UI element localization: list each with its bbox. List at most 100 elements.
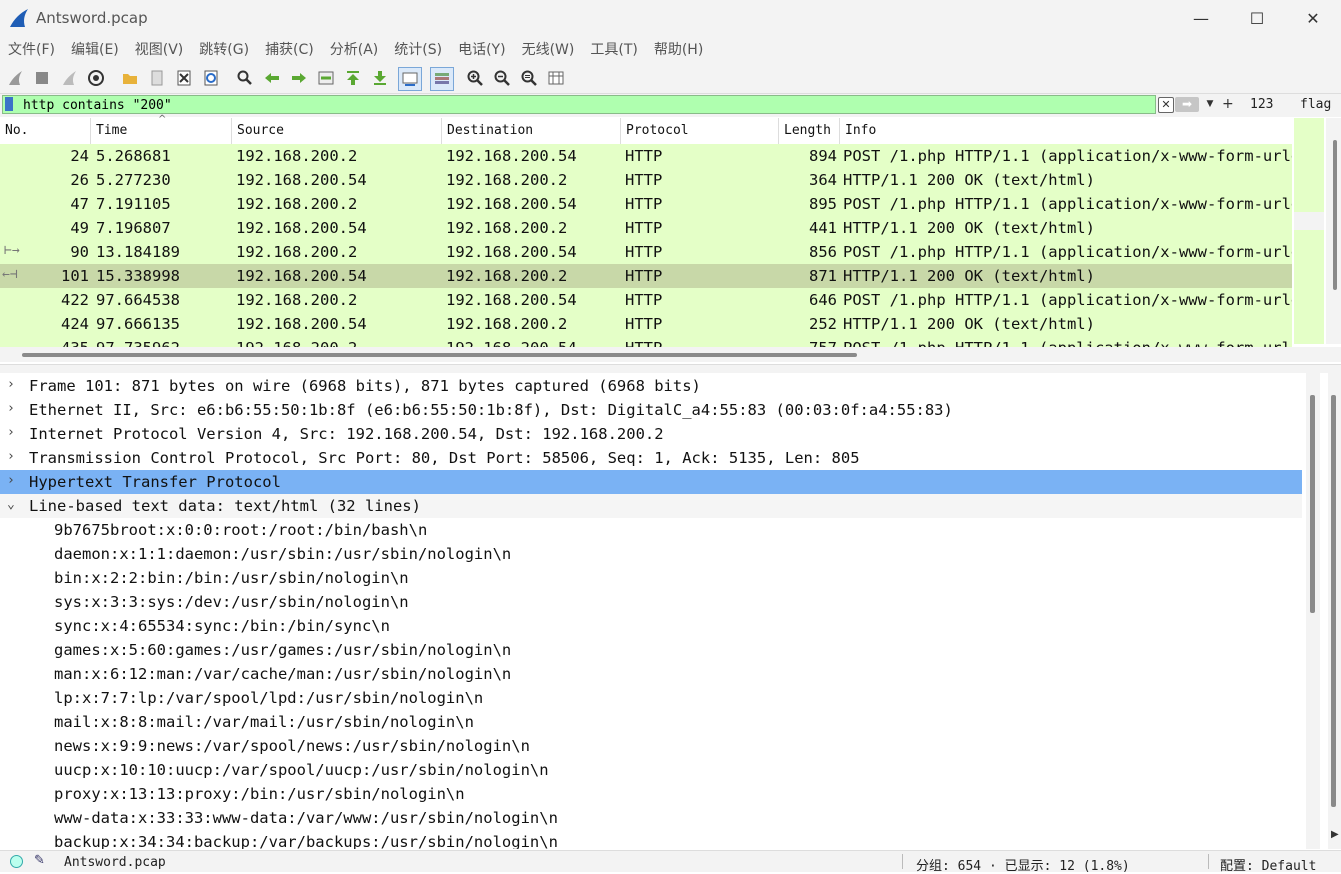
column-header-destination[interactable]: Destination xyxy=(442,118,621,144)
packet-time: 97.664538 xyxy=(96,291,180,309)
text-line[interactable]: 9b7675broot:x:0:0:root:/root:/bin/bash\n xyxy=(54,521,427,539)
status-profile[interactable]: 配置: Default xyxy=(1220,855,1316,874)
chevron-right-icon[interactable]: › xyxy=(7,425,19,440)
menu-statistics[interactable]: 统计(S) xyxy=(386,37,450,64)
menu-tools[interactable]: 工具(T) xyxy=(582,37,645,64)
menu-edit[interactable]: 编辑(E) xyxy=(63,37,127,64)
menu-wireless[interactable]: 无线(W) xyxy=(514,37,583,64)
chevron-right-icon[interactable]: › xyxy=(7,449,19,464)
text-line[interactable]: man:x:6:12:man:/var/cache/man:/usr/sbin/… xyxy=(54,665,511,683)
packet-row-partial[interactable]: 435 97.735962 192.168.200.2 192.168.200.… xyxy=(0,336,1292,347)
chevron-right-icon[interactable]: › xyxy=(7,473,19,488)
tree-item-ipv4[interactable]: › Internet Protocol Version 4, Src: 192.… xyxy=(0,422,1302,446)
filter-button-flag[interactable]: flag xyxy=(1300,97,1331,112)
text-line[interactable]: lp:x:7:7:lp:/var/spool/lpd:/usr/sbin/nol… xyxy=(54,689,483,707)
close-file-icon[interactable] xyxy=(175,69,193,87)
first-packet-icon[interactable] xyxy=(344,69,362,87)
bookmark-icon[interactable] xyxy=(5,97,13,111)
menu-view[interactable]: 视图(V) xyxy=(127,37,192,64)
save-file-icon[interactable] xyxy=(148,69,166,87)
capture-status-icon[interactable] xyxy=(10,855,23,868)
text-line[interactable]: bin:x:2:2:bin:/bin:/usr/sbin/nologin\n xyxy=(54,569,409,587)
last-packet-icon[interactable] xyxy=(371,69,389,87)
chevron-right-icon[interactable]: › xyxy=(7,377,19,392)
tree-item-ethernet[interactable]: › Ethernet II, Src: e6:b6:55:50:1b:8f (e… xyxy=(0,398,1302,422)
packet-no: 435 xyxy=(61,339,89,347)
status-divider xyxy=(1208,854,1209,869)
filter-button-123[interactable]: 123 xyxy=(1250,97,1273,112)
chevron-right-icon[interactable]: › xyxy=(7,401,19,416)
find-packet-icon[interactable] xyxy=(236,69,254,87)
chevron-right-icon[interactable]: ▶ xyxy=(1331,829,1339,840)
zoom-in-icon[interactable] xyxy=(466,69,484,87)
menu-capture[interactable]: 捕获(C) xyxy=(257,37,322,64)
start-capture-icon[interactable] xyxy=(6,69,24,87)
text-line[interactable]: games:x:5:60:games:/usr/games:/usr/sbin/… xyxy=(54,641,511,659)
go-back-icon[interactable] xyxy=(263,69,281,87)
text-line[interactable]: news:x:9:9:news:/var/spool/news:/usr/sbi… xyxy=(54,737,530,755)
column-header-no[interactable]: No. xyxy=(0,118,91,144)
chevron-down-icon[interactable]: ⌄ xyxy=(7,497,19,512)
tree-item-line-based-text[interactable]: ⌄ Line-based text data: text/html (32 li… xyxy=(0,494,1302,518)
packet-source: 192.168.200.2 xyxy=(236,339,357,347)
right-pane-scroll-thumb[interactable] xyxy=(1331,395,1336,807)
packet-row[interactable]: 24 5.268681 192.168.200.2 192.168.200.54… xyxy=(0,144,1292,168)
column-header-protocol[interactable]: Protocol xyxy=(621,118,779,144)
packet-destination: 192.168.200.54 xyxy=(446,339,577,347)
text-line[interactable]: proxy:x:13:13:proxy:/bin:/usr/sbin/nolog… xyxy=(54,785,465,803)
packet-row-selected[interactable]: ←⊣ 101 15.338998 192.168.200.54 192.168.… xyxy=(0,264,1292,288)
column-header-info[interactable]: Info xyxy=(840,118,1292,144)
maximize-button[interactable]: ☐ xyxy=(1229,0,1285,37)
text-line[interactable]: mail:x:8:8:mail:/var/mail:/usr/sbin/nolo… xyxy=(54,713,474,731)
text-line[interactable]: sync:x:4:65534:sync:/bin:/bin/sync\n xyxy=(54,617,390,635)
column-header-length[interactable]: Length xyxy=(779,118,840,144)
auto-scroll-icon[interactable] xyxy=(398,67,422,91)
resize-columns-icon[interactable] xyxy=(547,69,565,87)
menu-go[interactable]: 跳转(G) xyxy=(191,37,257,64)
go-to-packet-icon[interactable] xyxy=(317,69,335,87)
stop-capture-icon[interactable] xyxy=(33,69,51,87)
add-filter-button[interactable]: + xyxy=(1222,96,1234,112)
minimize-button[interactable]: — xyxy=(1173,0,1229,37)
clear-filter-icon[interactable]: ✕ xyxy=(1158,97,1174,113)
packet-list-vertical-scroll-thumb[interactable] xyxy=(1333,140,1337,290)
details-vertical-scroll-thumb[interactable] xyxy=(1310,395,1315,613)
tree-item-frame[interactable]: › Frame 101: 871 bytes on wire (6968 bit… xyxy=(0,374,1302,398)
menu-telephony[interactable]: 电话(Y) xyxy=(450,37,513,64)
packet-row[interactable]: 49 7.196807 192.168.200.54 192.168.200.2… xyxy=(0,216,1292,240)
text-line[interactable]: uucp:x:10:10:uucp:/var/spool/uucp:/usr/s… xyxy=(54,761,549,779)
display-filter-input[interactable]: http contains "200" xyxy=(2,95,1156,114)
packet-row[interactable]: 424 97.666135 192.168.200.54 192.168.200… xyxy=(0,312,1292,336)
open-file-icon[interactable] xyxy=(121,69,139,87)
packet-list-horizontal-scroll-thumb[interactable] xyxy=(22,353,857,357)
restart-capture-icon[interactable] xyxy=(60,69,78,87)
filter-history-chevron-down-icon[interactable]: ▼ xyxy=(1204,97,1216,111)
tree-item-label: Internet Protocol Version 4, Src: 192.16… xyxy=(29,425,664,443)
apply-filter-arrow-icon[interactable]: ➡ xyxy=(1175,97,1199,112)
colorize-icon[interactable] xyxy=(430,67,454,91)
text-line[interactable]: sys:x:3:3:sys:/dev:/usr/sbin/nologin\n xyxy=(54,593,409,611)
text-line[interactable]: daemon:x:1:1:daemon:/usr/sbin:/usr/sbin/… xyxy=(54,545,511,563)
text-line[interactable]: www-data:x:33:33:www-data:/var/www:/usr/… xyxy=(54,809,558,827)
menu-analyze[interactable]: 分析(A) xyxy=(322,37,387,64)
packet-row[interactable]: 422 97.664538 192.168.200.2 192.168.200.… xyxy=(0,288,1292,312)
tree-item-http-selected[interactable]: › Hypertext Transfer Protocol xyxy=(0,470,1302,494)
packet-protocol: HTTP xyxy=(625,315,663,333)
text-line[interactable]: backup:x:34:34:backup:/var/backups:/usr/… xyxy=(54,833,558,849)
packet-row[interactable]: 26 5.277230 192.168.200.54 192.168.200.2… xyxy=(0,168,1292,192)
capture-options-icon[interactable] xyxy=(87,69,105,87)
edit-comment-icon[interactable]: ✎ xyxy=(34,853,45,868)
menu-file[interactable]: 文件(F) xyxy=(0,37,63,64)
packet-row[interactable]: 47 7.191105 192.168.200.2 192.168.200.54… xyxy=(0,192,1292,216)
column-header-source[interactable]: Source xyxy=(232,118,442,144)
go-forward-icon[interactable] xyxy=(290,69,308,87)
close-button[interactable]: ✕ xyxy=(1285,0,1341,37)
menu-help[interactable]: 帮助(H) xyxy=(646,37,711,64)
tree-item-tcp[interactable]: › Transmission Control Protocol, Src Por… xyxy=(0,446,1302,470)
zoom-out-icon[interactable] xyxy=(493,69,511,87)
packet-minimap[interactable] xyxy=(1294,118,1324,344)
reload-file-icon[interactable] xyxy=(202,69,220,87)
packet-source: 192.168.200.2 xyxy=(236,195,358,213)
normal-size-icon[interactable] xyxy=(520,69,538,87)
packet-row[interactable]: ⊢→ 90 13.184189 192.168.200.2 192.168.20… xyxy=(0,240,1292,264)
